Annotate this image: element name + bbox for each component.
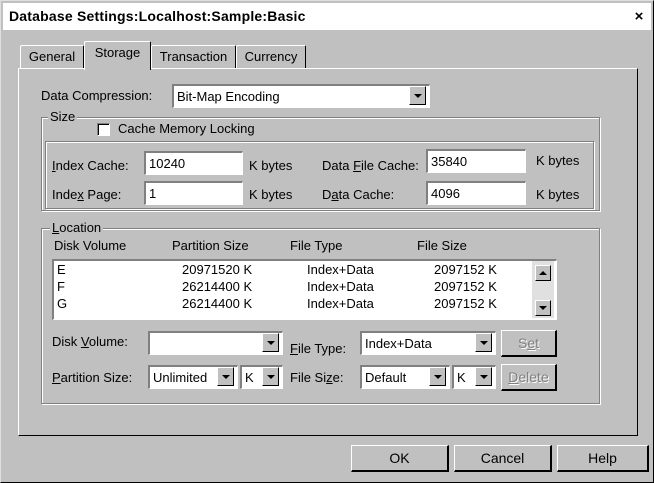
column-header-disk-volume[interactable]: Disk Volume <box>54 238 126 253</box>
file-size-label: File Size: <box>290 370 344 385</box>
row-file-type: Index+Data <box>307 296 374 311</box>
index-page-unit: K bytes <box>249 187 293 202</box>
list-item[interactable]: G 26214400 K Index+Data 2097152 K <box>54 295 534 312</box>
index-cache-label: Index Cache: <box>52 158 129 173</box>
tab-storage[interactable]: Storage <box>84 41 151 70</box>
row-file-size: 2097152 K <box>434 296 497 311</box>
row-disk-volume: G <box>57 296 68 311</box>
file-type-label: File Type: <box>290 341 347 356</box>
data-compression-label: Data Compression: <box>41 88 153 103</box>
column-header-partition-size[interactable]: Partition Size <box>172 238 249 253</box>
index-page-label: Index Page: <box>52 187 122 202</box>
data-file-cache-unit: K bytes <box>536 153 580 168</box>
index-page-input[interactable]: 1 <box>144 181 243 205</box>
tab-general[interactable]: General <box>20 45 84 68</box>
data-compression-value: Bit-Map Encoding <box>177 89 280 104</box>
data-compression-select[interactable]: Bit-Map Encoding <box>172 84 430 108</box>
chevron-down-icon[interactable] <box>475 367 492 386</box>
list-item[interactable]: F 26214400 K Index+Data 2097152 K <box>54 278 534 295</box>
tab-transaction[interactable]: Transaction <box>151 45 236 68</box>
help-button[interactable]: Help <box>557 445 649 472</box>
scroll-down-icon[interactable] <box>535 300 551 316</box>
chevron-down-icon[interactable] <box>409 86 426 105</box>
index-cache-unit: K bytes <box>249 158 293 173</box>
data-cache-unit: K bytes <box>536 187 580 202</box>
dialog-window: Database Settings:Localhost:Sample:Basic… <box>0 0 654 483</box>
row-disk-volume: F <box>57 279 65 294</box>
location-group-label: Location <box>50 220 104 235</box>
ok-button[interactable]: OK <box>351 445 449 472</box>
chevron-down-icon[interactable] <box>475 333 492 352</box>
row-partition-size: 20971520 K <box>182 262 253 277</box>
row-file-type: Index+Data <box>307 279 374 294</box>
row-partition-size: 26214400 K <box>182 296 253 311</box>
tab-currency[interactable]: Currency <box>236 45 306 68</box>
chevron-down-icon[interactable] <box>262 333 279 352</box>
scroll-up-icon[interactable] <box>535 265 551 281</box>
row-file-size: 2097152 K <box>434 279 497 294</box>
column-header-file-size[interactable]: File Size <box>417 238 467 253</box>
data-file-cache-label: Data File Cache: <box>322 158 419 173</box>
row-file-size: 2097152 K <box>434 262 497 277</box>
row-file-type: Index+Data <box>307 262 374 277</box>
row-disk-volume: E <box>57 262 66 277</box>
chevron-down-icon[interactable] <box>429 367 446 386</box>
window-title: Database Settings:Localhost:Sample:Basic <box>9 8 306 24</box>
data-file-cache-input[interactable]: 35840 <box>426 149 526 173</box>
set-button[interactable]: Set <box>501 330 557 357</box>
title-bar[interactable]: Database Settings:Localhost:Sample:Basic… <box>3 3 651 30</box>
chevron-down-icon[interactable] <box>262 367 279 386</box>
chevron-down-icon[interactable] <box>217 367 234 386</box>
disk-volume-label: Disk Volume: <box>52 334 128 349</box>
data-cache-input[interactable]: 4096 <box>426 181 526 205</box>
delete-button[interactable]: Delete <box>501 364 557 391</box>
list-item[interactable]: E 20971520 K Index+Data 2097152 K <box>54 261 534 278</box>
location-list[interactable]: E 20971520 K Index+Data 2097152 K F 2621… <box>52 259 557 320</box>
index-cache-input[interactable]: 10240 <box>144 151 243 175</box>
cache-memory-locking-label: Cache Memory Locking <box>118 121 255 136</box>
cancel-button[interactable]: Cancel <box>454 445 552 472</box>
data-cache-label: Data Cache: <box>322 187 395 202</box>
close-icon[interactable]: × <box>629 7 649 27</box>
row-partition-size: 26214400 K <box>182 279 253 294</box>
column-header-file-type[interactable]: File Type <box>290 238 343 253</box>
cache-memory-locking-checkbox[interactable] <box>97 123 110 136</box>
list-scrollbar[interactable] <box>532 261 554 318</box>
size-group-label: Size <box>48 109 78 124</box>
partition-size-label: Partition Size: <box>52 370 133 385</box>
